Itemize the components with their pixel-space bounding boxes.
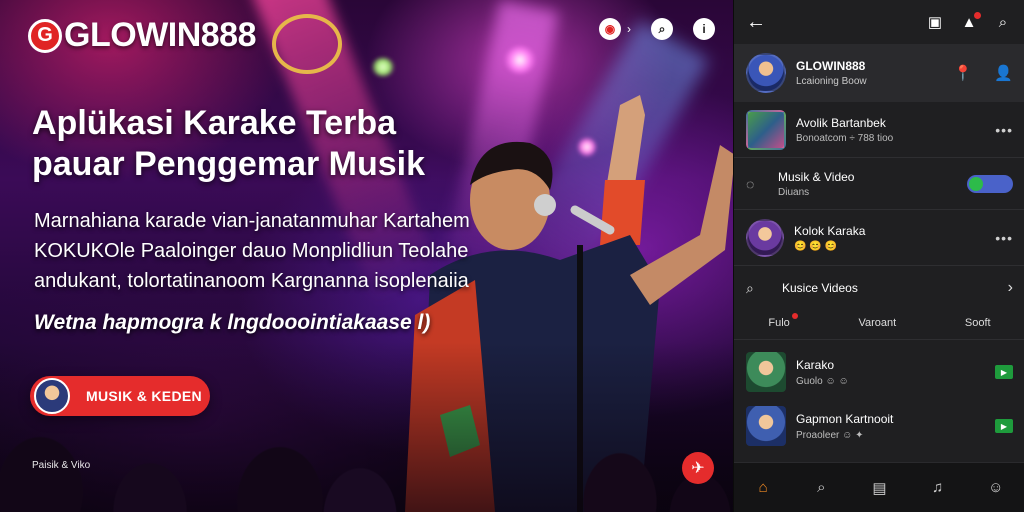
search-icon[interactable]: ⌕ <box>993 12 1013 32</box>
play-icon[interactable]: ▶ <box>995 365 1013 379</box>
video-row[interactable]: Karako Guolo ☺ ☺ ▶ <box>734 346 1024 398</box>
avatar <box>34 378 70 414</box>
play-icon[interactable]: ▶ <box>995 419 1013 433</box>
tab-label: Fulo <box>768 316 790 329</box>
logo-ring-decoration <box>272 14 342 74</box>
search-icon[interactable]: ⌕ <box>651 18 673 40</box>
more-icon[interactable]: ••• <box>995 122 1013 138</box>
app-panel: ← ▣ ▲ ⌕ GLOWIN888 Lcaioning Boow 📍 👤 Avo… <box>733 0 1024 512</box>
g-logo-icon: G <box>28 18 62 53</box>
notification-dot <box>974 12 981 19</box>
search-videos-row[interactable]: ⌕ Kusice Videos › <box>734 270 1024 306</box>
library-icon[interactable]: ▤ <box>868 477 890 499</box>
video-tabs: Fulo Varoant Sooft <box>734 306 1024 340</box>
back-arrow-icon[interactable]: ← <box>746 11 766 34</box>
playlist-thumbnail <box>746 109 786 150</box>
hero-banner: G GLOWIN888 ◉ › ⌕ i Aplükasi Karake Terb… <box>0 0 733 512</box>
info-icon[interactable]: i <box>693 18 715 40</box>
brand-logo[interactable]: G GLOWIN888 <box>28 14 342 74</box>
avatar <box>746 218 784 257</box>
bottom-navigation: ⌂ ⌕ ▤ ♫ ☺ <box>734 462 1024 512</box>
list-item-title: Kolok Karaka <box>794 223 866 238</box>
tab-fulo[interactable]: Fulo <box>762 312 798 333</box>
mic-icon: ✈ <box>691 460 705 477</box>
brand-name: GLOWIN888 <box>64 16 256 54</box>
karaoke-icon[interactable]: ♫ <box>927 477 949 499</box>
video-subtitle: Guolo ☺ ☺ <box>796 375 849 387</box>
crowd-silhouettes <box>0 342 733 512</box>
profile-subtitle: Lcaioning Boow <box>796 76 867 87</box>
more-icon[interactable]: ••• <box>995 230 1013 246</box>
list-item-subtitle: Bonoatcom ÷ 788 tioo <box>796 132 894 144</box>
bell-icon[interactable]: ▲ <box>959 12 981 32</box>
video-toggle[interactable] <box>967 174 1013 193</box>
panel-header: ← ▣ ▲ ⌕ <box>734 0 1024 44</box>
video-title: Karako <box>796 357 835 372</box>
video-thumbnail <box>746 352 786 392</box>
hero-description: Marnahiana karade vian-janatanmuhar Kart… <box>34 210 470 292</box>
chevron-right-icon: › <box>627 22 631 36</box>
list-item-title: Avolik Bartanbek <box>796 115 886 130</box>
tab-varoant[interactable]: Varoant <box>852 313 902 333</box>
stage-spotlight <box>504 46 536 74</box>
search-icon: ⌕ <box>746 279 754 296</box>
list-item-subtitle: 😊 😊 😊 <box>794 240 837 252</box>
profile-icon[interactable]: ☺ <box>985 477 1007 499</box>
video-title: Gapmon Kartnooit <box>796 411 894 426</box>
list-item-title: Musik & Video <box>778 169 855 184</box>
list-item[interactable]: ◌ Musik & Video Diuans <box>734 158 1024 210</box>
user-icon[interactable]: 👤 <box>994 64 1013 82</box>
cta-button[interactable]: MUSIK & KEDEN <box>30 376 210 416</box>
hero-tagline: Wetna hapmogra k lngdooointiakaase l) <box>34 311 431 334</box>
profile-row[interactable]: GLOWIN888 Lcaioning Boow 📍 👤 <box>734 44 1024 102</box>
video-thumbnail <box>746 406 786 446</box>
stage-spotlight <box>372 58 394 76</box>
target-icon[interactable]: ◉ <box>599 18 621 40</box>
cta-label: MUSIK & KEDEN <box>86 388 202 404</box>
hero-headline: Aplükasi Karake Terba pauar Penggemar Mu… <box>32 104 426 183</box>
notification-dot <box>791 312 798 319</box>
mic-fab-button[interactable]: ✈ <box>682 452 714 484</box>
tab-sooft[interactable]: Sooft <box>959 313 997 333</box>
home-icon[interactable]: ⌂ <box>752 477 774 499</box>
list-item-subtitle: Diuans <box>778 186 810 198</box>
video-row[interactable]: Gapmon Kartnooit Proaoleer ☺ ✦ ▶ <box>734 400 1024 452</box>
hero-footnote: Paisik & Viko <box>32 460 91 471</box>
profile-name: GLOWIN888 <box>796 59 866 73</box>
search-videos-label: Kusice Videos <box>782 281 858 295</box>
chevron-right-icon: › <box>1007 279 1013 296</box>
toggle-knob <box>969 176 983 191</box>
hero-toolbar: ◉ › ⌕ i <box>599 18 715 40</box>
video-subtitle: Proaoleer ☺ ✦ <box>796 429 864 441</box>
avatar <box>746 53 786 93</box>
list-item[interactable]: Kolok Karaka 😊 😊 😊 ••• <box>734 210 1024 266</box>
apps-icon[interactable]: ▣ <box>925 12 945 32</box>
pin-icon[interactable]: 📍 <box>954 64 973 82</box>
explore-icon[interactable]: ⌕ <box>810 477 832 499</box>
chat-icon: ◌ <box>746 175 755 192</box>
list-item[interactable]: Avolik Bartanbek Bonoatcom ÷ 788 tioo ••… <box>734 102 1024 158</box>
